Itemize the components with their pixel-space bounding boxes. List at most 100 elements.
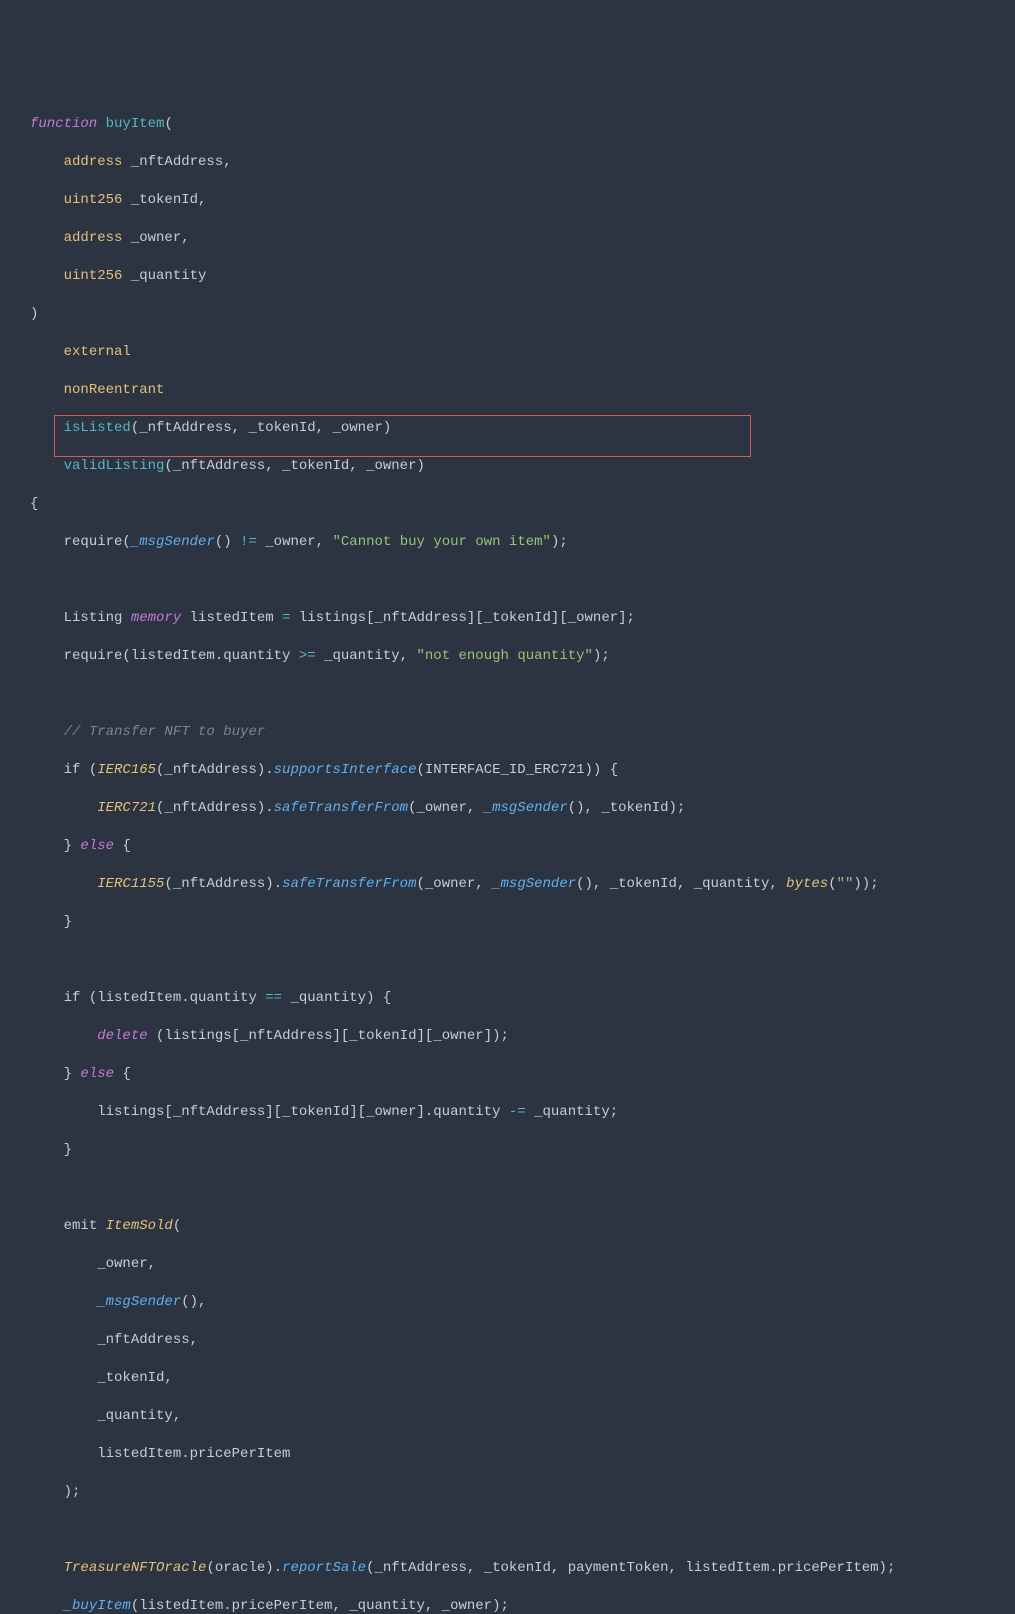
text: )); — [853, 876, 878, 892]
text: listings[_nftAddress][_tokenId][_owner].… — [97, 1104, 509, 1120]
text: _tokenId, — [97, 1370, 173, 1386]
msgsender-call: _msgSender — [131, 534, 215, 550]
code-line-blank — [30, 571, 985, 590]
text: () — [215, 534, 240, 550]
code-line: if (listedItem.quantity == _quantity) { — [30, 989, 985, 1008]
text: (_owner, — [416, 876, 492, 892]
op-minuseq: -= — [509, 1104, 526, 1120]
msgsender-call: _msgSender — [484, 800, 568, 816]
brace-close: } — [64, 914, 72, 930]
type-ierc165: IERC165 — [97, 762, 156, 778]
text: ); — [551, 534, 568, 550]
type-address: address — [64, 230, 123, 246]
msgsender-call: _msgSender — [492, 876, 576, 892]
modifier-islisted: isListed — [64, 420, 131, 436]
text: _quantity, — [97, 1408, 181, 1424]
text: _nftAddress, — [97, 1332, 198, 1348]
code-line: nonReentrant — [30, 381, 985, 400]
code-line: _owner, — [30, 1255, 985, 1274]
text: require(listedItem.quantity — [64, 648, 299, 664]
text: listings[_nftAddress][_tokenId][_owner]; — [290, 610, 634, 626]
code-line: Listing memory listedItem = listings[_nf… — [30, 609, 985, 628]
text: (INTERFACE_ID_ERC721)) { — [416, 762, 618, 778]
code-line: require(_msgSender() != _owner, "Cannot … — [30, 533, 985, 552]
text: (listings[_nftAddress][_tokenId][_owner]… — [148, 1028, 509, 1044]
type-address: address — [64, 154, 123, 170]
method-buyitem: _buyItem — [64, 1598, 131, 1614]
code-line: _msgSender(), — [30, 1293, 985, 1312]
param: _tokenId, — [122, 192, 206, 208]
string-literal: "" — [837, 876, 854, 892]
code-line: _buyItem(listedItem.pricePerItem, _quant… — [30, 1597, 985, 1614]
code-line: IERC1155(_nftAddress).safeTransferFrom(_… — [30, 875, 985, 894]
op-eqeq: == — [265, 990, 282, 1006]
type-uint256: uint256 — [64, 268, 123, 284]
method-safetransferfrom: safeTransferFrom — [282, 876, 416, 892]
keyword-else: else — [80, 1066, 114, 1082]
text: ); — [593, 648, 610, 664]
code-line: } — [30, 913, 985, 932]
code-line: validListing(_nftAddress, _tokenId, _own… — [30, 457, 985, 476]
type-ierc721: IERC721 — [97, 800, 156, 816]
code-line: uint256 _tokenId, — [30, 191, 985, 210]
brace-close: } — [64, 1142, 72, 1158]
text: _quantity, — [316, 648, 417, 664]
punct: ) — [30, 306, 38, 322]
code-line: ); — [30, 1483, 985, 1502]
text: { — [114, 1066, 131, 1082]
modifier-validlisting: validListing — [64, 458, 165, 474]
function-name: buyItem — [106, 116, 165, 132]
code-line: listings[_nftAddress][_tokenId][_owner].… — [30, 1103, 985, 1122]
text: (_owner, — [408, 800, 484, 816]
op-gte: >= — [299, 648, 316, 664]
text: (listedItem.pricePerItem, _quantity, _ow… — [131, 1598, 509, 1614]
code-line: address _nftAddress, — [30, 153, 985, 172]
type-uint256: uint256 — [64, 192, 123, 208]
args: (_nftAddress, _tokenId, _owner) — [131, 420, 391, 436]
keyword-delete: delete — [97, 1028, 147, 1044]
text: (_nftAddress, _tokenId, paymentToken, li… — [366, 1560, 895, 1576]
text: if (listedItem.quantity — [64, 990, 266, 1006]
code-line: } else { — [30, 1065, 985, 1084]
code-line: isListed(_nftAddress, _tokenId, _owner) — [30, 419, 985, 438]
code-line: // Transfer NFT to buyer — [30, 723, 985, 742]
code-line: _nftAddress, — [30, 1331, 985, 1350]
keyword-else: else — [80, 838, 114, 854]
modifier-external: external — [64, 344, 131, 360]
modifier-nonreentrant: nonReentrant — [64, 382, 165, 398]
text: listedItem.pricePerItem — [97, 1446, 290, 1462]
code-line: emit ItemSold( — [30, 1217, 985, 1236]
type-ierc1155: IERC1155 — [97, 876, 164, 892]
code-line: uint256 _quantity — [30, 267, 985, 286]
code-line: } else { — [30, 837, 985, 856]
code-line: delete (listings[_nftAddress][_tokenId][… — [30, 1027, 985, 1046]
brace-open: { — [30, 496, 38, 512]
code-line-blank — [30, 1179, 985, 1198]
op-neq: != — [240, 534, 257, 550]
text: if ( — [64, 762, 98, 778]
text: _quantity; — [526, 1104, 618, 1120]
event-itemsold: ItemSold — [106, 1218, 173, 1234]
text: ); — [64, 1484, 81, 1500]
code-line: } — [30, 1141, 985, 1160]
keyword-memory: memory — [131, 610, 181, 626]
code-line: ) — [30, 305, 985, 324]
string-literal: "not enough quantity" — [417, 648, 593, 664]
method-safetransferfrom: safeTransferFrom — [274, 800, 408, 816]
text: } — [64, 1066, 81, 1082]
code-line: external — [30, 343, 985, 362]
code-block: function buyItem( address _nftAddress, u… — [30, 96, 985, 1614]
text: { — [114, 838, 131, 854]
type-bytes: bytes — [786, 876, 828, 892]
code-line: listedItem.pricePerItem — [30, 1445, 985, 1464]
text: (), _tokenId); — [568, 800, 686, 816]
code-line: if (IERC165(_nftAddress).supportsInterfa… — [30, 761, 985, 780]
text: ( — [173, 1218, 181, 1234]
param: _owner, — [122, 230, 189, 246]
text: listedItem — [181, 610, 282, 626]
code-line: IERC721(_nftAddress).safeTransferFrom(_o… — [30, 799, 985, 818]
text: (), — [181, 1294, 206, 1310]
text: _owner, — [257, 534, 333, 550]
code-line: require(listedItem.quantity >= _quantity… — [30, 647, 985, 666]
text: (oracle). — [206, 1560, 282, 1576]
